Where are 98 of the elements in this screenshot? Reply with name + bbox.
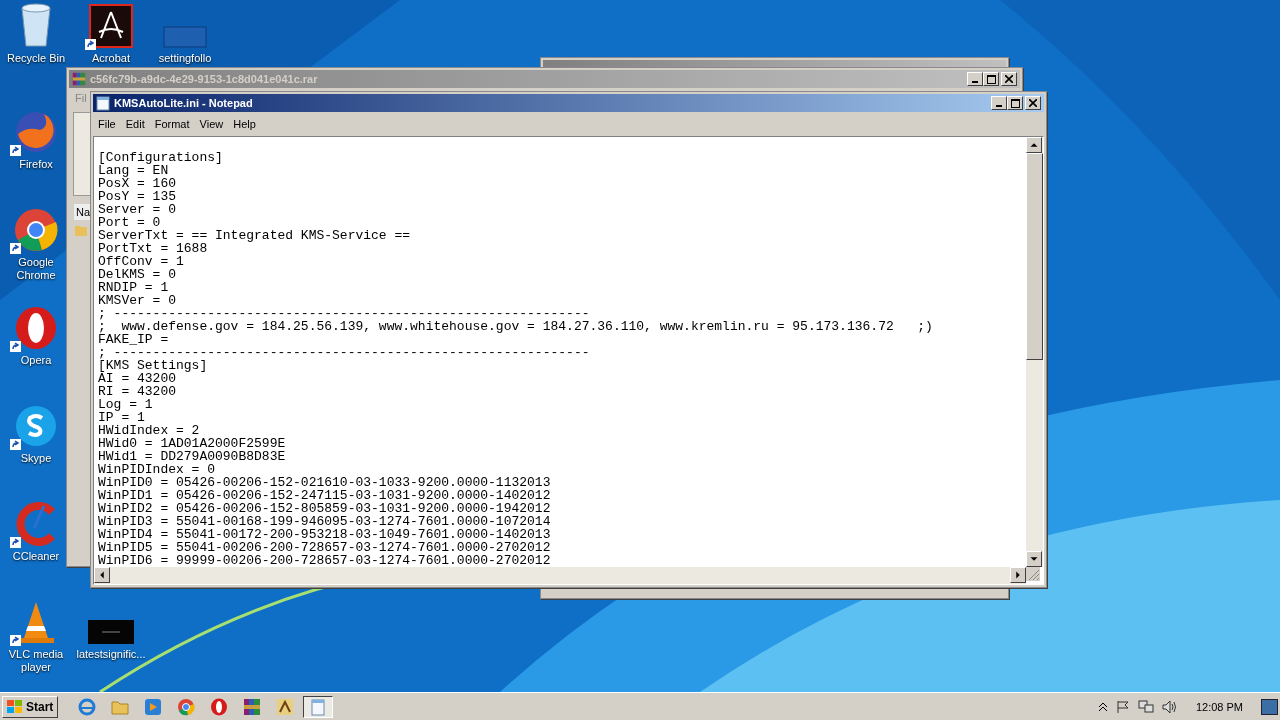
scroll-thumb[interactable] [1026,153,1043,360]
desktop-icon-label[interactable]: Acrobat [92,52,130,65]
text-line: HWidIndex = 2 [98,424,201,437]
chevron-up-icon[interactable] [1097,701,1108,712]
chrome-icon [177,697,196,716]
shortcut-arrow-icon [10,439,21,450]
text-line: WinPID1 = 05426-00206-152-247115-03-1031-9200.0000-1402012 [98,489,552,502]
scroll-up-icon[interactable] [1026,137,1042,153]
archive-icon [243,697,262,716]
archive-icon [72,72,86,86]
ie-icon [78,697,97,716]
ccleaner-icon [14,502,58,546]
window-title: c56fc79b-a9dc-4e29-9153-1c8d041e041c.rar [90,73,318,85]
desktop-icon-label[interactable]: VLC media player [7,648,65,674]
shortcut-arrow-icon [85,39,96,50]
desktop-icon-label[interactable]: settingfollo [158,52,212,65]
text-line: KMSVer = 0 [98,294,177,307]
shortcut-arrow-icon [10,145,21,156]
media-player-icon [144,697,163,716]
taskbar-button[interactable] [303,695,334,718]
text-line: DelKMS = 0 [98,268,177,281]
text-line: ; ------------------------------------------------------------- [98,307,591,320]
desktop-icon-label[interactable]: Recycle Bin [6,52,66,65]
close-icon [1029,99,1037,107]
window-title: KMSAutoLite.ini - Notepad [114,97,253,109]
text-line: RNDIP = 1 [98,281,170,294]
close-button[interactable] [1025,96,1041,110]
windows-logo-icon [7,699,23,714]
folder-icon [75,224,87,236]
text-line: OffConv = 1 [98,255,185,268]
maximize-icon [986,74,996,84]
menu-item[interactable]: Format [149,118,195,130]
text-line: ; www.defense.gov = 184.25.56.139, www.whitehouse.gov = 184.27.36.110, www.kremlin.ru = 95.173.136.72 ;) [98,320,934,333]
shortcut-arrow-icon [10,243,21,254]
menu-item[interactable]: View [194,118,229,130]
acrobat-icon [89,4,133,48]
menu-item[interactable]: File [93,118,121,130]
text-line: Server = 0 [98,203,177,216]
text-line: [KMS Settings] [98,359,209,372]
network-icon[interactable] [1137,699,1154,714]
skype-icon [14,404,58,448]
folder-icon [111,698,130,715]
minimize-button[interactable] [991,96,1007,110]
file-icon [88,620,134,644]
shortcut-arrow-icon [10,635,21,646]
text-line: ; ------------------------------------------------------------- [98,346,591,359]
text-line: PosX = 160 [98,177,177,190]
text-line: WinPID2 = 05426-00206-152-805859-03-1031-9200.0000-1942012 [98,502,552,515]
chrome-icon [14,208,58,252]
text-line: Log = 1 [98,398,154,411]
text-line: WinPID4 = 55041-00172-200-953218-03-1049-7601.0000-1402013 [98,528,552,541]
show-desktop-button[interactable] [1261,698,1278,715]
text-line: ServerTxt = == Integrated KMS-Service == [98,229,412,242]
text-line: PosY = 135 [98,190,177,203]
desktop-icon-label[interactable]: Opera [20,354,52,367]
opera-icon [14,306,58,350]
notepad-icon [309,697,328,716]
text-line: HWid0 = 1AD01A2000F2599E [98,437,287,450]
firefox-icon [14,110,58,154]
scroll-left-icon[interactable] [94,567,110,583]
text-line: IP = 1 [98,411,146,424]
desktop-icon-label[interactable]: Firefox [19,158,53,171]
horizontal-scrollbar[interactable] [94,567,1026,584]
text-line: RI = 43200 [98,385,177,398]
text-line: FAKE_IP = [98,333,169,346]
notepad-icon [96,95,110,111]
text-line: WinPID3 = 55041-00168-199-946095-03-1274-7601.0000-1072014 [98,515,552,528]
maximize-icon [1010,98,1020,108]
scroll-down-icon[interactable] [1026,551,1042,567]
close-icon [1005,75,1013,83]
opera-icon [210,697,229,716]
text-line: HWid1 = DD279A0090B8D83E [98,450,287,463]
text-line: WinPID0 = 05426-00206-152-021610-03-1033-9200.0000-1132013 [98,476,552,489]
resize-grip-icon[interactable] [1026,567,1040,581]
menu-item[interactable]: Help [228,118,261,130]
text-line: WinPID6 = 99999-00206-200-728657-03-1274-7601.0000-2702012 [98,554,552,567]
file-icon [163,26,207,48]
menu-item[interactable]: Edit [120,118,150,130]
text-line: WinPIDIndex = 0 [98,463,217,476]
text-line: PortTxt = 1688 [98,242,209,255]
desktop-icon-label[interactable]: latestsignific... [76,648,146,661]
vertical-scrollbar[interactable] [1026,137,1043,567]
flag-icon[interactable] [1115,699,1130,714]
text-line: AI = 43200 [98,372,176,385]
desktop-icon-label[interactable]: Skype [20,452,52,465]
desktop-icon-label[interactable]: CCleaner [12,550,60,563]
shortcut-arrow-icon [10,341,21,352]
text-line: Lang = EN [98,164,169,177]
text-line: WinPID5 = 55041-00206-200-728657-03-1274-7601.0000-2702012 [98,541,552,554]
speaker-icon[interactable] [1161,699,1178,714]
clock[interactable]: 12:08 PM [1195,700,1243,713]
shortcut-arrow-icon [10,537,21,548]
maximize-button[interactable] [1007,96,1023,110]
scroll-right-icon[interactable] [1010,567,1026,583]
text-line: [Configurations] [98,151,224,164]
text-line: Port = 0 [98,216,162,229]
desktop-icon-label[interactable]: Google Chrome [7,256,65,282]
start-button[interactable]: Start [2,695,59,718]
